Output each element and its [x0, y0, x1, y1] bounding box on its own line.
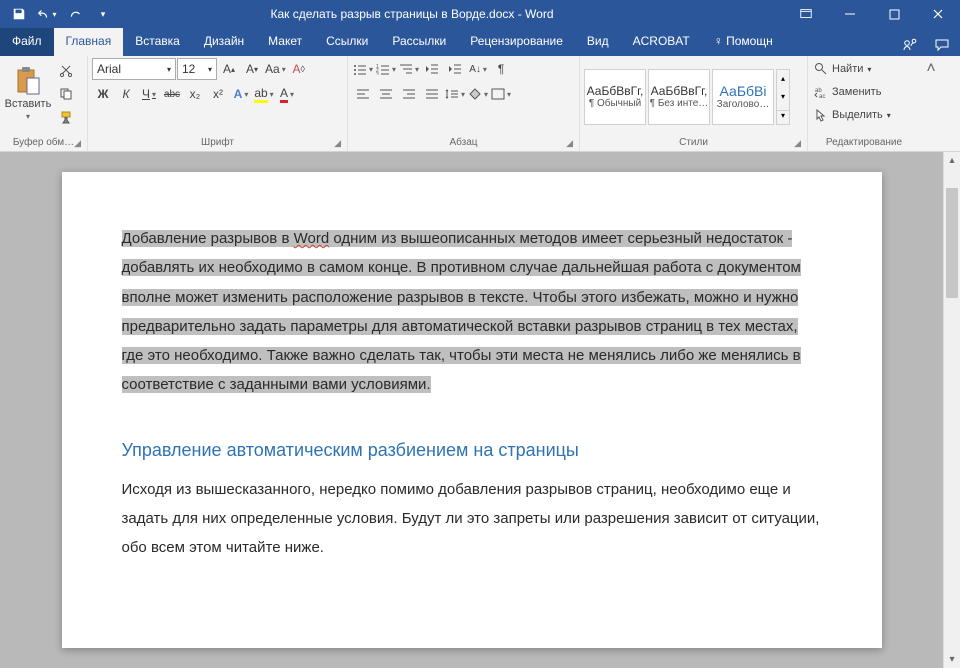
- styles-label: Стили: [679, 137, 708, 148]
- bold-button[interactable]: Ж: [92, 83, 114, 105]
- shrink-font-button[interactable]: A▾: [241, 58, 263, 80]
- save-button[interactable]: [6, 1, 32, 27]
- bullets-button[interactable]: [352, 58, 374, 80]
- copy-button[interactable]: [55, 83, 77, 105]
- heading-2[interactable]: Управление автоматическим разбиением на …: [122, 440, 822, 461]
- show-marks-button[interactable]: ¶: [490, 58, 512, 80]
- maximize-button[interactable]: [872, 0, 916, 28]
- line-spacing-button[interactable]: [444, 83, 466, 105]
- justify-button[interactable]: [421, 83, 443, 105]
- clear-format-button[interactable]: A◊: [288, 58, 310, 80]
- numbering-button[interactable]: 123: [375, 58, 397, 80]
- redo-button[interactable]: [62, 1, 88, 27]
- editing-label: Редактирование: [826, 137, 902, 148]
- tab-layout[interactable]: Макет: [256, 28, 314, 56]
- increase-indent-button[interactable]: [444, 58, 466, 80]
- ribbon-tabs: Файл Главная Вставка Дизайн Макет Ссылки…: [0, 28, 960, 56]
- borders-button[interactable]: [490, 83, 512, 105]
- style-normal[interactable]: АаБбВвГг, ¶ Обычный: [584, 69, 646, 125]
- svg-text:ac: ac: [819, 94, 825, 99]
- vertical-scrollbar[interactable]: ▴ ▾: [943, 152, 960, 668]
- find-button[interactable]: Найти▾: [812, 58, 897, 80]
- superscript-button[interactable]: x²: [207, 83, 229, 105]
- grow-font-button[interactable]: A▴: [218, 58, 240, 80]
- font-label: Шрифт: [201, 137, 234, 148]
- strikethrough-button[interactable]: abc: [161, 83, 183, 105]
- hyperlink-word[interactable]: Word: [294, 230, 330, 247]
- quick-access-toolbar: ▾ ▾: [0, 1, 116, 27]
- scroll-thumb[interactable]: [946, 188, 958, 298]
- paragraph-2[interactable]: Исходя из вышесказанного, нередко помимо…: [122, 475, 822, 563]
- document-title: Как сделать разрыв страницы в Ворде.docx…: [116, 7, 708, 21]
- paste-button[interactable]: Вставить ▾: [4, 58, 52, 128]
- tab-acrobat[interactable]: ACROBAT: [621, 28, 702, 56]
- tab-insert[interactable]: Вставка: [123, 28, 192, 56]
- subscript-button[interactable]: x₂: [184, 83, 206, 105]
- share-icon[interactable]: [902, 37, 918, 56]
- ribbon-options-button[interactable]: [784, 0, 828, 28]
- replace-button[interactable]: abacЗаменить: [812, 81, 897, 103]
- ribbon: Вставить ▾ Буфер обм…◢ Arial▾ 12▾ A▴ A▾ …: [0, 56, 960, 152]
- workspace: Добавление разрывов в Word одним из выше…: [0, 152, 960, 668]
- font-color-button[interactable]: A: [276, 83, 298, 105]
- group-clipboard: Вставить ▾ Буфер обм…◢: [0, 56, 88, 151]
- cut-button[interactable]: [55, 60, 77, 82]
- group-styles: АаБбВвГг, ¶ Обычный АаБбВвГг, ¶ Без инте…: [580, 56, 808, 151]
- title-bar: ▾ ▾ Как сделать разрыв страницы в Ворде.…: [0, 0, 960, 28]
- tab-help[interactable]: ♀ Помощн: [702, 28, 785, 56]
- text-effects-button[interactable]: A: [230, 83, 252, 105]
- tab-design[interactable]: Дизайн: [192, 28, 256, 56]
- font-size-combo[interactable]: 12▾: [177, 58, 217, 80]
- italic-button[interactable]: К: [115, 83, 137, 105]
- group-font: Arial▾ 12▾ A▴ A▾ Aa A◊ Ж К Ч abc x₂ x² A…: [88, 56, 348, 151]
- paragraph-1[interactable]: Добавление разрывов в Word одним из выше…: [122, 224, 822, 400]
- scroll-down-button[interactable]: ▾: [944, 651, 960, 668]
- minimize-button[interactable]: [828, 0, 872, 28]
- tab-review[interactable]: Рецензирование: [458, 28, 575, 56]
- undo-button[interactable]: ▾: [34, 1, 60, 27]
- tab-references[interactable]: Ссылки: [314, 28, 380, 56]
- document-page[interactable]: Добавление разрывов в Word одним из выше…: [62, 172, 882, 648]
- paragraph-label: Абзац: [449, 137, 477, 148]
- tab-file[interactable]: Файл: [0, 28, 54, 56]
- scroll-up-button[interactable]: ▴: [944, 152, 960, 169]
- shading-button[interactable]: [467, 83, 489, 105]
- style-heading1[interactable]: АаБбВі Заголово…: [712, 69, 774, 125]
- clipboard-launcher[interactable]: ◢: [74, 138, 81, 149]
- highlight-button[interactable]: ab: [253, 83, 275, 105]
- qat-customize-button[interactable]: ▾: [90, 1, 116, 27]
- format-painter-button[interactable]: [55, 106, 77, 128]
- paragraph-launcher[interactable]: ◢: [566, 138, 573, 149]
- sort-button[interactable]: A↓: [467, 58, 489, 80]
- svg-text:3: 3: [376, 72, 379, 75]
- tab-mailings[interactable]: Рассылки: [380, 28, 458, 56]
- page-scroll-area[interactable]: Добавление разрывов в Word одним из выше…: [0, 152, 943, 668]
- close-button[interactable]: [916, 0, 960, 28]
- group-paragraph: 123 A↓ ¶ Абзац ◢: [348, 56, 580, 151]
- change-case-button[interactable]: Aa: [264, 58, 287, 80]
- group-editing: Найти▾ abacЗаменить Выделить▾ Редактиров…: [808, 56, 920, 151]
- decrease-indent-button[interactable]: [421, 58, 443, 80]
- style-nospacing[interactable]: АаБбВвГг, ¶ Без инте…: [648, 69, 710, 125]
- multilevel-list-button[interactable]: [398, 58, 420, 80]
- styles-gallery-scroll[interactable]: ▴ ▾ ▾: [776, 69, 790, 125]
- font-name-combo[interactable]: Arial▾: [92, 58, 176, 80]
- underline-button[interactable]: Ч: [138, 83, 160, 105]
- tab-view[interactable]: Вид: [575, 28, 621, 56]
- window-controls: [784, 0, 960, 28]
- collapse-ribbon-button[interactable]: ˄: [920, 56, 942, 151]
- select-button[interactable]: Выделить▾: [812, 104, 897, 126]
- align-center-button[interactable]: [375, 83, 397, 105]
- clipboard-label: Буфер обм…: [13, 137, 74, 148]
- align-left-button[interactable]: [352, 83, 374, 105]
- align-right-button[interactable]: [398, 83, 420, 105]
- comments-icon[interactable]: [934, 37, 950, 56]
- styles-launcher[interactable]: ◢: [794, 138, 801, 149]
- font-launcher[interactable]: ◢: [334, 138, 341, 149]
- tab-home[interactable]: Главная: [54, 28, 124, 56]
- paste-label: Вставить: [5, 98, 52, 110]
